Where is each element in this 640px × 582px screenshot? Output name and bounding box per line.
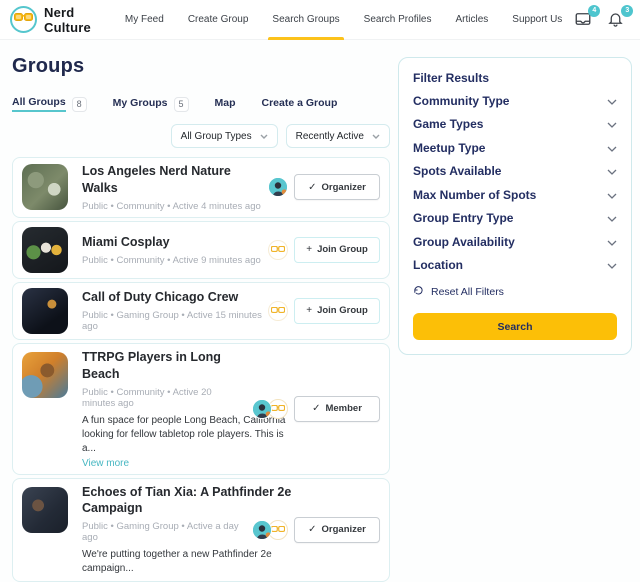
group-thumbnail[interactable] [22, 288, 68, 334]
member-button[interactable]: ✓ Member [294, 396, 380, 422]
filter-game-types[interactable]: Game Types [413, 113, 617, 137]
chevron-down-icon [607, 209, 617, 227]
chevron-down-icon [607, 92, 617, 110]
filter-group-entry-type[interactable]: Group Entry Type [413, 207, 617, 231]
notifications-badge: 3 [621, 5, 633, 17]
filter-location[interactable]: Location [413, 254, 617, 278]
chevron-down-icon [260, 131, 268, 142]
group-title[interactable]: TTRPG Players in Long Beach [82, 349, 246, 383]
group-card[interactable]: Miami Cosplay Public • Community • Activ… [12, 221, 390, 279]
tab-all-groups[interactable]: All Groups 8 [12, 96, 87, 118]
group-list: Los Angeles Nerd Nature Walks Public • C… [12, 157, 390, 582]
reset-all-filters-button[interactable]: Reset All Filters [413, 283, 617, 301]
chevron-down-icon [607, 233, 617, 251]
group-title[interactable]: Miami Cosplay [82, 234, 262, 251]
organizer-avatar [252, 520, 272, 540]
chevron-down-icon [607, 186, 617, 204]
filter-group-availability[interactable]: Group Availability [413, 230, 617, 254]
filter-panel: Filter Results Community Type Game Types… [398, 57, 632, 355]
page-title: Groups [12, 55, 390, 78]
main-nav: My Feed Create Group Search Groups Searc… [113, 0, 574, 40]
check-icon: ✓ [312, 403, 320, 414]
messages-button[interactable]: 4 [574, 10, 594, 30]
group-card[interactable]: Echoes of Tian Xia: A Pathfinder 2e Camp… [12, 478, 390, 582]
group-thumbnail[interactable] [22, 352, 68, 398]
groups-tabs: All Groups 8 My Groups 5 Map Create a Gr… [12, 96, 390, 118]
nav-create-group[interactable]: Create Group [176, 0, 261, 40]
glasses-icon [268, 240, 288, 260]
filter-community-type[interactable]: Community Type [413, 89, 617, 113]
group-type-select[interactable]: All Group Types [171, 124, 278, 148]
glasses-icon [268, 301, 288, 321]
search-button[interactable]: Search [413, 313, 617, 340]
group-meta: Public • Community • Active 9 minutes ag… [82, 255, 262, 266]
notifications-button[interactable]: 3 [607, 10, 627, 30]
group-title[interactable]: Echoes of Tian Xia: A Pathfinder 2e Camp… [82, 484, 312, 518]
group-thumbnail[interactable] [22, 164, 68, 210]
group-meta: Public • Community • Active 20 minutes a… [82, 387, 246, 409]
reset-icon [413, 283, 424, 301]
group-meta: Public • Gaming Group • Active a day ago [82, 521, 246, 543]
chevron-down-icon [372, 131, 380, 142]
sort-order-select[interactable]: Recently Active [286, 124, 390, 148]
filter-meetup-type[interactable]: Meetup Type [413, 136, 617, 160]
group-card[interactable]: TTRPG Players in Long Beach Public • Com… [12, 343, 390, 475]
nav-articles[interactable]: Articles [443, 0, 500, 40]
organizer-avatar [252, 399, 272, 419]
group-meta: Public • Community • Active 4 minutes ag… [82, 201, 262, 212]
check-icon: ✓ [308, 524, 316, 535]
mail-icon [574, 15, 592, 32]
join-group-button[interactable]: + Join Group [294, 237, 380, 263]
group-description: We're putting together a new Pathfinder … [82, 548, 297, 576]
group-thumbnail[interactable] [22, 487, 68, 533]
nav-search-groups[interactable]: Search Groups [260, 0, 351, 40]
organizer-avatar [268, 177, 288, 197]
check-icon: ✓ [308, 182, 316, 193]
group-title[interactable]: Los Angeles Nerd Nature Walks [82, 163, 262, 197]
tab-my-groups[interactable]: My Groups 5 [113, 97, 189, 118]
all-groups-count: 8 [72, 97, 87, 112]
filter-panel-title: Filter Results [413, 71, 617, 85]
join-group-button[interactable]: + Join Group [294, 298, 380, 324]
chevron-down-icon [607, 115, 617, 133]
chevron-down-icon [607, 139, 617, 157]
group-meta: Public • Gaming Group • Active 15 minute… [82, 310, 262, 332]
messages-badge: 4 [588, 5, 600, 17]
brand-name[interactable]: Nerd Culture [44, 5, 91, 35]
glasses-icon [14, 11, 33, 29]
plus-icon: + [306, 244, 312, 255]
top-nav-bar: Nerd Culture My Feed Create Group Search… [0, 0, 640, 40]
plus-icon: + [306, 305, 312, 316]
organizer-button[interactable]: ✓ Organizer [294, 174, 380, 200]
filter-spots-available[interactable]: Spots Available [413, 160, 617, 184]
group-card[interactable]: Los Angeles Nerd Nature Walks Public • C… [12, 157, 390, 218]
chevron-down-icon [607, 162, 617, 180]
view-more-link[interactable]: View more [82, 458, 246, 469]
group-thumbnail[interactable] [22, 227, 68, 273]
group-title[interactable]: Call of Duty Chicago Crew [82, 289, 262, 306]
chevron-down-icon [607, 256, 617, 274]
brand-logo[interactable] [10, 6, 37, 33]
group-card[interactable]: Call of Duty Chicago Crew Public • Gamin… [12, 282, 390, 340]
my-groups-count: 5 [174, 97, 189, 112]
nav-support-us[interactable]: Support Us [500, 0, 574, 40]
tab-create-a-group[interactable]: Create a Group [262, 97, 338, 117]
tab-map[interactable]: Map [215, 97, 236, 117]
nav-my-feed[interactable]: My Feed [113, 0, 176, 40]
organizer-button[interactable]: ✓ Organizer [294, 517, 380, 543]
filter-max-number-of-spots[interactable]: Max Number of Spots [413, 183, 617, 207]
bell-icon [607, 15, 624, 32]
nav-search-profiles[interactable]: Search Profiles [352, 0, 444, 40]
